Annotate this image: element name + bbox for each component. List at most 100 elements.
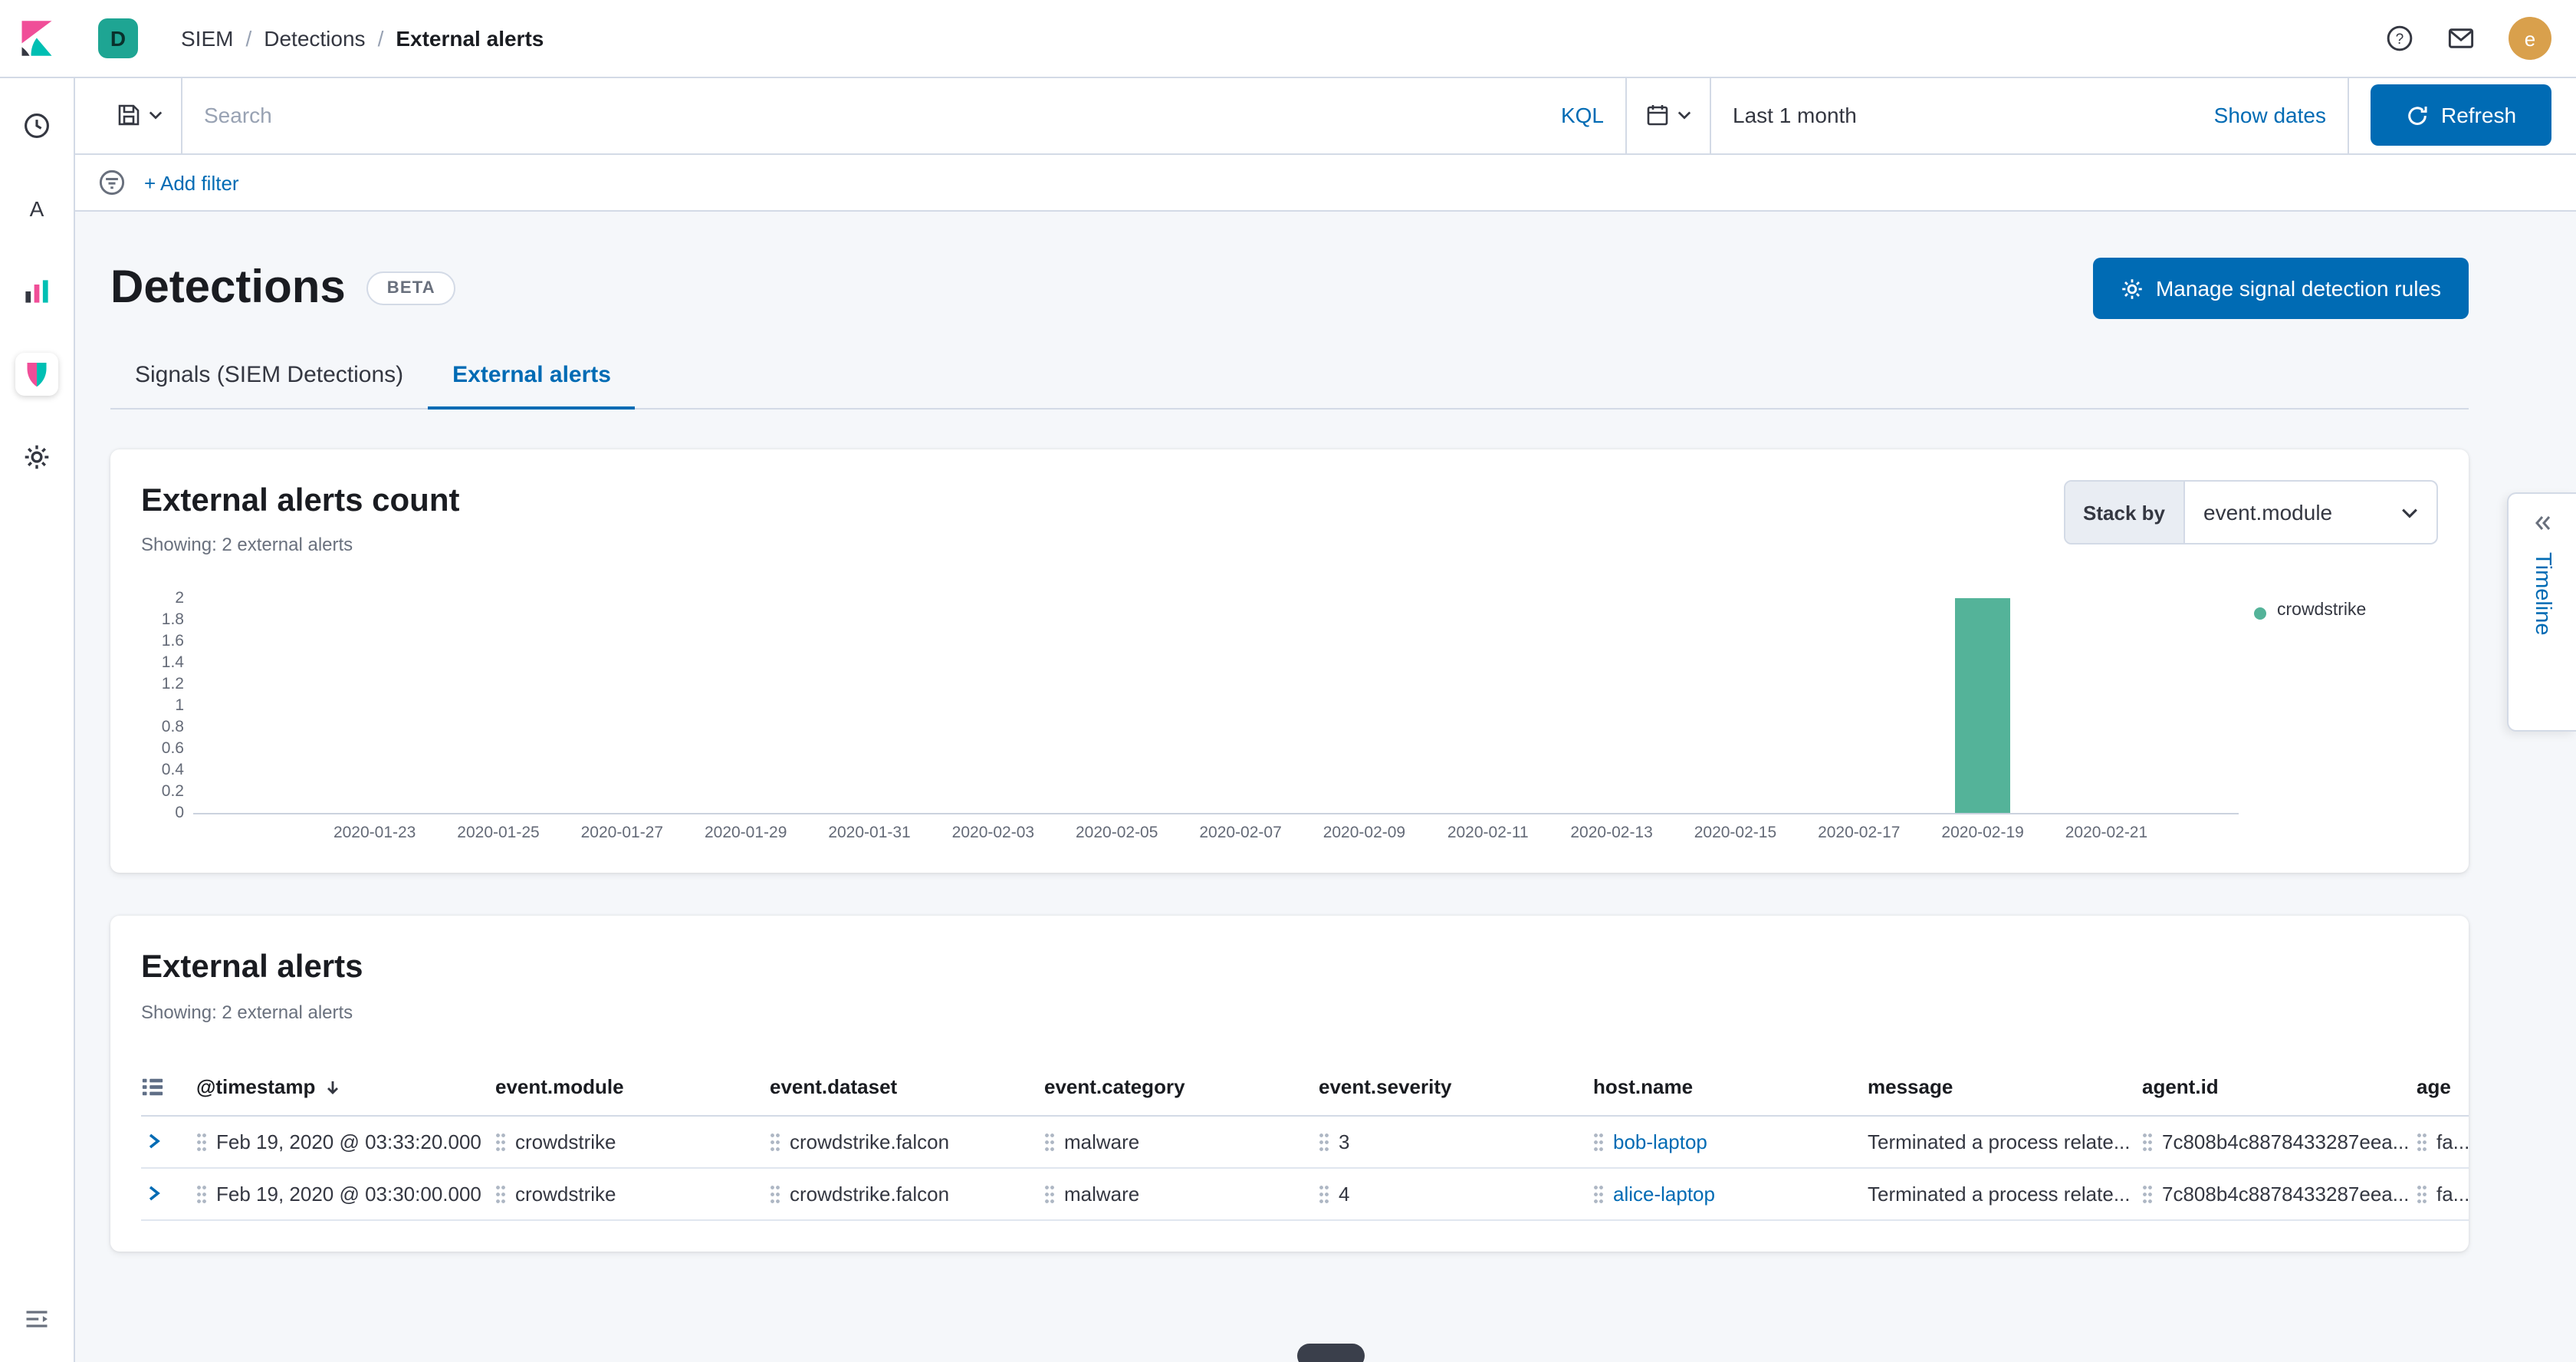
help-icon[interactable]: ? xyxy=(2386,25,2413,52)
siem-app-icon[interactable] xyxy=(15,353,58,396)
host-name-link[interactable]: alice-laptop xyxy=(1613,1182,1715,1205)
chart-y-axis: 00.20.40.60.811.21.41.61.82 xyxy=(141,599,184,814)
x-tick-label: 2020-02-13 xyxy=(1549,824,1673,843)
tab-signals[interactable]: Signals (SIEM Detections) xyxy=(110,353,428,410)
event-severity-value[interactable]: 3 xyxy=(1339,1130,1349,1153)
recently-viewed-icon[interactable] xyxy=(15,104,58,147)
timeline-label[interactable]: Timeline xyxy=(2530,552,2555,636)
date-range-value[interactable]: Last 1 month xyxy=(1733,103,1857,127)
drag-handle-icon[interactable] xyxy=(1593,1131,1604,1151)
stack-by-select[interactable]: event.module xyxy=(2185,482,2436,543)
horizontal-scrollbar-thumb[interactable] xyxy=(1297,1344,1365,1362)
tab-external-alerts[interactable]: External alerts xyxy=(428,353,636,410)
breadcrumb-detections[interactable]: Detections xyxy=(264,26,365,51)
x-tick-label: 2020-02-07 xyxy=(1178,824,1302,843)
column-header-host-name[interactable]: host.name xyxy=(1593,1059,1868,1115)
event-module-value[interactable]: crowdstrike xyxy=(515,1182,616,1205)
event-category-value[interactable]: malware xyxy=(1064,1182,1139,1205)
legend-label[interactable]: crowdstrike xyxy=(2277,602,2366,620)
drag-handle-icon[interactable] xyxy=(2142,1183,2153,1203)
column-header-event-category[interactable]: event.category xyxy=(1044,1059,1319,1115)
drag-handle-icon[interactable] xyxy=(1044,1183,1055,1203)
column-header-message[interactable]: message xyxy=(1868,1059,2142,1115)
agent-id-value[interactable]: 7c808b4c8878433287eea... xyxy=(2162,1182,2409,1205)
chevron-down-icon xyxy=(2401,507,2418,518)
refresh-button[interactable]: Refresh xyxy=(2371,84,2551,146)
drag-handle-icon[interactable] xyxy=(770,1183,780,1203)
filter-icon[interactable] xyxy=(98,169,126,196)
column-header-agent-id[interactable]: agent.id xyxy=(2142,1059,2417,1115)
y-tick-label: 2 xyxy=(175,590,184,608)
table-panel-showing: Showing: 2 external alerts xyxy=(141,1001,2438,1022)
chevron-down-icon xyxy=(1677,110,1691,120)
message-value: Terminated a process relate... xyxy=(1868,1130,2131,1153)
agent-id-value[interactable]: 7c808b4c8878433287eea... xyxy=(2162,1130,2409,1153)
user-avatar[interactable]: e xyxy=(2509,17,2551,60)
save-query-button[interactable] xyxy=(98,77,182,153)
date-picker: Last 1 month Show dates xyxy=(1625,77,2349,153)
breadcrumb-siem[interactable]: SIEM xyxy=(181,26,233,51)
y-tick-label: 0.8 xyxy=(162,719,184,737)
date-quick-select-button[interactable] xyxy=(1627,77,1711,153)
show-dates-link[interactable]: Show dates xyxy=(2214,103,2326,127)
event-category-value[interactable]: malware xyxy=(1064,1130,1139,1153)
y-tick-label: 1 xyxy=(175,697,184,716)
drag-handle-icon[interactable] xyxy=(1319,1131,1329,1151)
x-tick-label: 2020-02-19 xyxy=(1921,824,2044,843)
legend-color-dot xyxy=(2254,608,2266,620)
drag-handle-icon[interactable] xyxy=(2142,1131,2153,1151)
manage-detection-rules-button[interactable]: Manage signal detection rules xyxy=(2093,258,2469,319)
nav-app-a-icon[interactable]: A xyxy=(15,187,58,230)
expand-row-icon[interactable] xyxy=(141,1129,187,1153)
drag-handle-icon[interactable] xyxy=(196,1131,207,1151)
drag-handle-icon[interactable] xyxy=(2417,1131,2427,1151)
newsfeed-icon[interactable] xyxy=(2447,25,2475,52)
search-input[interactable] xyxy=(182,103,1539,127)
stack-by-control: Stack by event.module xyxy=(2063,480,2438,544)
management-gear-icon[interactable] xyxy=(15,436,58,479)
y-tick-label: 0.4 xyxy=(162,762,184,780)
drag-handle-icon[interactable] xyxy=(196,1183,207,1203)
drag-handle-icon[interactable] xyxy=(1319,1183,1329,1203)
expand-row-icon[interactable] xyxy=(141,1181,187,1206)
query-bar: KQL Last 1 month Show dates Refresh xyxy=(74,77,2576,155)
timeline-flyout-collapsed[interactable]: Timeline xyxy=(2507,492,2576,732)
chart-x-axis: 2020-01-232020-01-252020-01-272020-01-29… xyxy=(193,815,2239,843)
timestamp-value[interactable]: Feb 19, 2020 @ 03:33:20.000 xyxy=(216,1130,481,1153)
column-header-age[interactable]: age xyxy=(2417,1059,2469,1115)
drag-handle-icon[interactable] xyxy=(495,1183,506,1203)
fields-browser-icon[interactable] xyxy=(141,1075,187,1098)
drag-handle-icon[interactable] xyxy=(1593,1183,1604,1203)
kql-language-button[interactable]: KQL xyxy=(1539,103,1625,127)
visualize-app-icon[interactable] xyxy=(15,270,58,313)
age-value[interactable]: fa... xyxy=(2436,1182,2469,1205)
host-name-link[interactable]: bob-laptop xyxy=(1613,1130,1707,1153)
column-header-event-module[interactable]: event.module xyxy=(495,1059,770,1115)
event-module-value[interactable]: crowdstrike xyxy=(515,1130,616,1153)
drag-handle-icon[interactable] xyxy=(770,1131,780,1151)
bar-2020-02-19[interactable] xyxy=(1955,599,2010,814)
x-tick-label: 2020-01-23 xyxy=(313,824,436,843)
y-tick-label: 1.2 xyxy=(162,676,184,694)
timestamp-value[interactable]: Feb 19, 2020 @ 03:30:00.000 xyxy=(216,1182,481,1205)
add-filter-link[interactable]: + Add filter xyxy=(144,171,239,194)
column-header-event-severity[interactable]: event.severity xyxy=(1319,1059,1593,1115)
event-dataset-value[interactable]: crowdstrike.falcon xyxy=(790,1130,949,1153)
drag-handle-icon[interactable] xyxy=(2417,1183,2427,1203)
filter-bar: + Add filter xyxy=(74,155,2576,212)
space-switcher[interactable]: D xyxy=(98,18,138,58)
kibana-logo[interactable] xyxy=(0,18,74,58)
event-dataset-value[interactable]: crowdstrike.falcon xyxy=(790,1182,949,1205)
drag-handle-icon[interactable] xyxy=(495,1131,506,1151)
collapse-nav-icon[interactable] xyxy=(15,1298,58,1341)
x-tick-label: 2020-01-29 xyxy=(684,824,807,843)
page-title: Detections xyxy=(110,261,346,316)
column-header-timestamp[interactable]: @timestamp xyxy=(196,1059,495,1115)
age-value[interactable]: fa... xyxy=(2436,1130,2469,1153)
column-header-event-dataset[interactable]: event.dataset xyxy=(770,1059,1044,1115)
double-chevron-left-icon[interactable] xyxy=(2532,512,2553,534)
alerts-count-chart: 00.20.40.60.811.21.41.61.82 2020-01-2320… xyxy=(141,599,2438,843)
event-severity-value[interactable]: 4 xyxy=(1339,1182,1349,1205)
drag-handle-icon[interactable] xyxy=(1044,1131,1055,1151)
page-content: Detections BETA Manage signal detection … xyxy=(74,212,2576,1362)
